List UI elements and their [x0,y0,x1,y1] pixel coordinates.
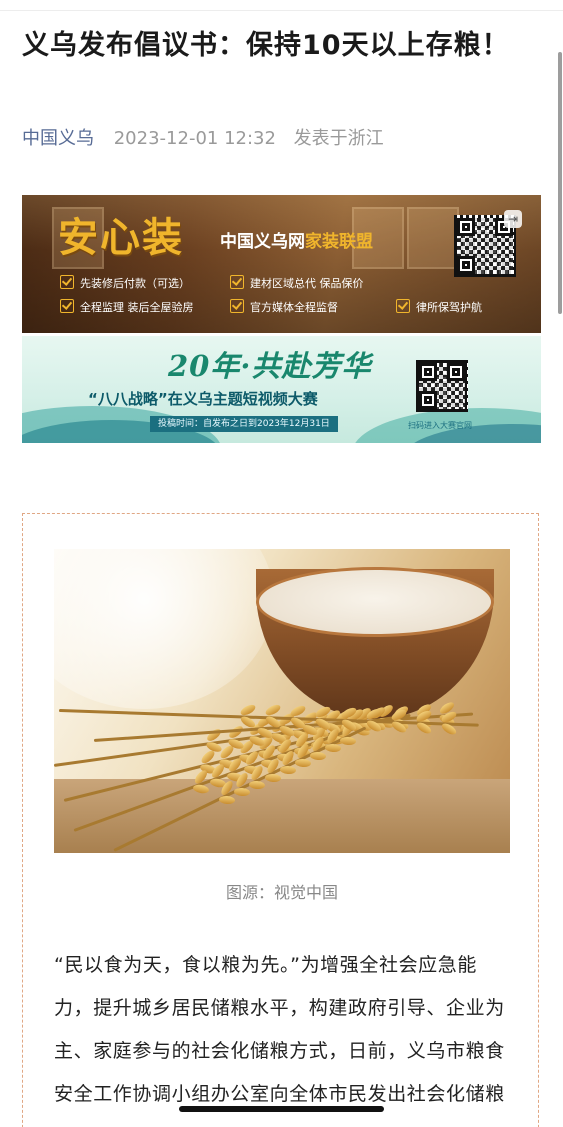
article-title: 义乌发布倡议书：保持10天以上存粮！ [22,30,510,61]
ad-subtitle: 中国义乌网家装联盟 [220,230,373,254]
publish-time: 2023-12-01 12:32 [113,128,276,149]
ad-subtitle-highlight: 家装联盟 [305,232,373,252]
contest-theme: “八八战略”在义乌主题短视频大赛 [88,390,318,408]
contest-deadline: 投稿时间：自发布之日到2023年12月31日 [150,416,338,432]
top-divider [0,10,563,11]
qr-code-label: 扫码进入大赛官网 [408,421,472,430]
ad-feature-item: 官方媒体全程监督 [230,299,338,317]
publish-location: 发表于浙江 [293,128,384,149]
wheat-grain [294,758,311,768]
checkbox-icon [60,299,74,313]
checkbox-icon [60,275,74,289]
image-caption: 图源：视觉中国 [225,883,338,902]
short-video-contest-banner[interactable]: 20年·共赴芳华 “八八战略”在义乌主题短视频大赛 投稿时间：自发布之日到202… [22,336,541,443]
ad-feature-item: 全程监理 装后全屋验房 [60,299,194,317]
source-account-link[interactable]: 中国义乌 [22,128,94,149]
exit-icon[interactable]: ⇥ [504,210,522,228]
home-decoration-ad-banner[interactable]: 安心装 中国义乌网家装联盟 先装修后付款（可选） 建材区域总代 保品保价 全程监… [22,195,541,333]
home-indicator[interactable] [179,1106,384,1112]
ad-brand-logo: 安心装 [58,214,184,261]
ad-feature-item: 先装修后付款（可选） [60,275,190,293]
article-page: 义乌发布倡议书：保持10天以上存粮！ 中国义乌 2023-12-01 12:32… [0,0,563,1127]
wheat-grain [324,743,342,753]
ad-subtitle-prefix: 中国义乌网 [220,232,305,252]
article-body-paragraph: “民以食为天，食以粮为先。”为增强全社会应急能力，提升城乡居民储粮水平，构建政府… [54,954,505,1127]
checkbox-icon [230,275,244,289]
photo-light-glow [54,549,274,709]
ad-feature-item: 建材区域总代 保品保价 [230,275,364,293]
photo-table-surface [54,779,510,853]
checkbox-icon [396,299,410,313]
wheat-flour-photo[interactable] [54,549,510,853]
qr-code-icon [416,360,468,412]
wheat-grain [339,736,357,746]
article-meta: 中国义乌 2023-12-01 12:32 发表于浙江 [22,124,384,154]
flour-surface [256,567,494,637]
contest-headline: 20年·共赴芳华 [168,349,372,383]
wheat-grain [309,751,327,761]
scrollbar[interactable] [558,52,562,314]
banner-window-decor [407,207,459,269]
ad-feature-item: 律所保驾护航 [396,299,482,317]
wheat-grain [279,765,296,775]
checkbox-icon [230,299,244,313]
